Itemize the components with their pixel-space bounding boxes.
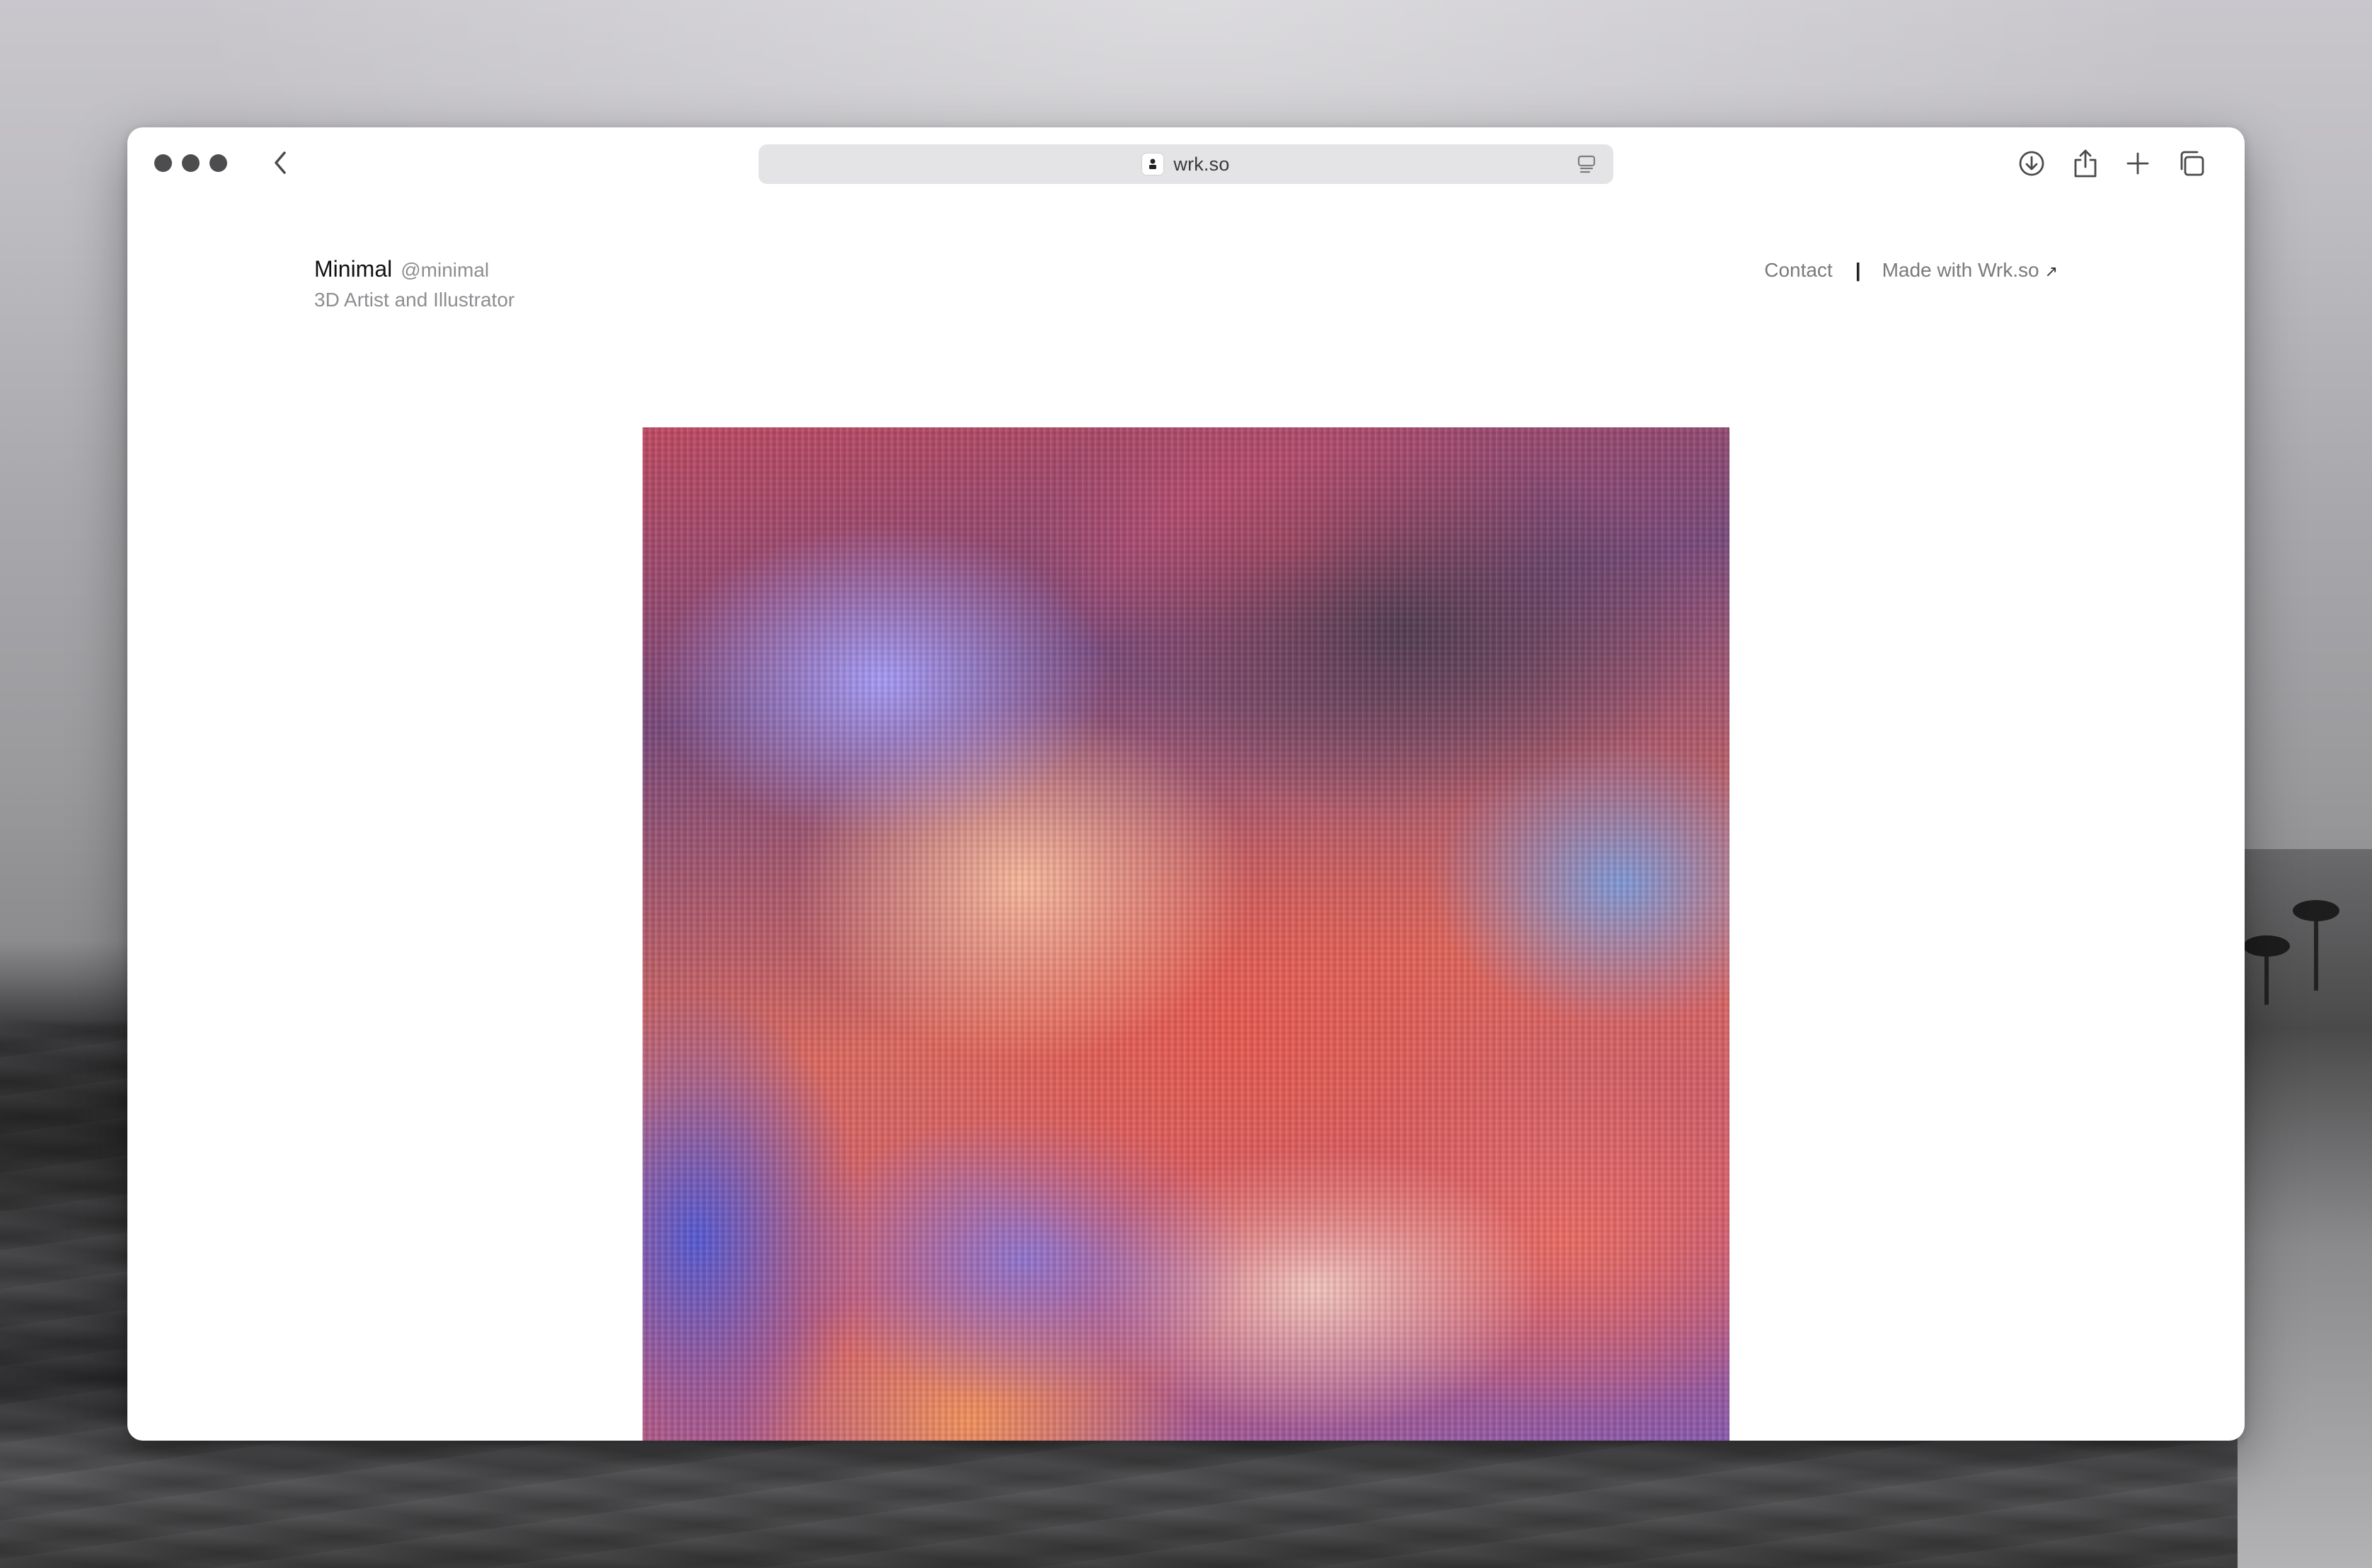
browser-toolbar: wrk.so: [127, 127, 2245, 201]
shoreline: [2238, 849, 2372, 1568]
external-arrow-icon: ↗: [2044, 263, 2058, 280]
zoom-window-button[interactable]: [209, 154, 227, 172]
site-favicon: [1142, 154, 1164, 175]
site-handle: @minimal: [401, 259, 490, 281]
address-bar[interactable]: wrk.so: [759, 144, 1613, 184]
plus-icon: [2126, 152, 2149, 175]
reader-mode-button[interactable]: [1575, 153, 1598, 175]
site-header: Minimal @minimal 3D Artist and Illustrato…: [314, 256, 2058, 341]
contact-link[interactable]: Contact: [1764, 259, 1833, 282]
tab-overview-button[interactable]: [2175, 147, 2208, 180]
chevron-left-icon: [275, 151, 286, 174]
browser-window: wrk.so Minimal @minimal 3D Artist and Il…: [127, 127, 2245, 1441]
palm-tree: [2293, 900, 2339, 991]
share-button[interactable]: [2069, 147, 2102, 180]
share-icon: [2074, 149, 2097, 178]
reader-mode-icon: [1577, 155, 1596, 173]
palm-tree: [2243, 935, 2290, 1005]
tab-overview-icon: [2180, 151, 2204, 176]
site-brand[interactable]: Minimal @minimal: [314, 256, 489, 282]
minimize-window-button[interactable]: [182, 154, 200, 172]
close-window-button[interactable]: [154, 154, 172, 172]
downloads-button[interactable]: [2015, 147, 2048, 180]
nav-separator: |: [1855, 259, 1861, 281]
featured-artwork-image[interactable]: [643, 427, 1729, 1441]
window-controls: [154, 154, 227, 172]
site-name: Minimal: [314, 256, 393, 282]
made-with-link[interactable]: Made with Wrk.so ↗: [1882, 259, 2058, 282]
back-button[interactable]: [266, 149, 294, 177]
new-tab-button[interactable]: [2121, 147, 2154, 180]
url-text: wrk.so: [1173, 153, 1230, 175]
site-role: 3D Artist and Illustrator: [314, 289, 515, 311]
made-with-label: Made with Wrk.so: [1882, 259, 2039, 281]
download-icon: [2019, 151, 2044, 176]
site-nav: Contact | Made with Wrk.so ↗: [1764, 259, 2058, 282]
